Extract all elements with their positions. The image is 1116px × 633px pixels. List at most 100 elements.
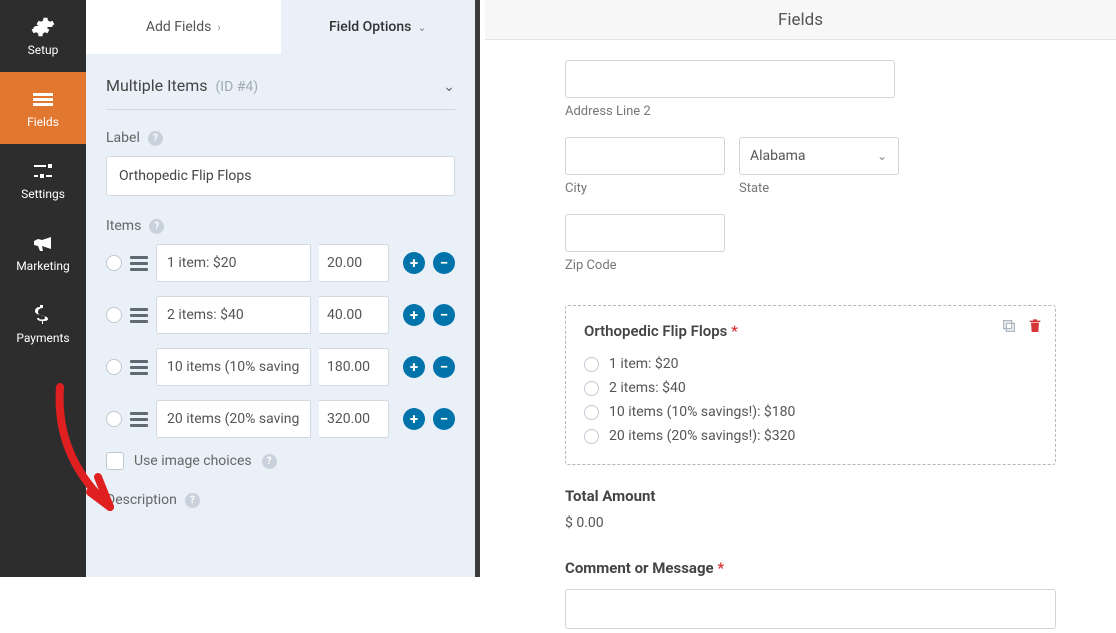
nav-label: Settings: [21, 187, 65, 201]
item-name-input[interactable]: [156, 400, 311, 438]
item-price-input[interactable]: [319, 296, 389, 334]
nav-label: Marketing: [16, 259, 70, 273]
item-price-input[interactable]: [319, 348, 389, 386]
dollar-icon: [31, 303, 55, 327]
help-icon[interactable]: ?: [149, 219, 164, 234]
nav-label: Setup: [28, 43, 59, 57]
preview-title: Orthopedic Flip Flops *: [584, 322, 1037, 340]
remove-item-button[interactable]: −: [433, 356, 455, 378]
comment-textarea[interactable]: [565, 589, 1056, 629]
nav-label: Fields: [27, 115, 59, 129]
multiple-items-preview[interactable]: Orthopedic Flip Flops * 1 item: $20 2 it…: [565, 305, 1056, 465]
remove-item-button[interactable]: −: [433, 304, 455, 326]
nav-settings[interactable]: Settings: [0, 144, 86, 216]
label-text: Items: [106, 218, 141, 234]
radio-icon: [584, 429, 599, 444]
default-radio[interactable]: [106, 411, 122, 427]
add-item-button[interactable]: +: [403, 408, 425, 430]
drag-handle-icon[interactable]: [130, 308, 148, 323]
preview-header: Fields: [485, 0, 1116, 40]
drag-handle-icon[interactable]: [130, 412, 148, 427]
sliders-icon: [31, 159, 55, 183]
drag-handle-icon[interactable]: [130, 256, 148, 271]
section-label: Description ?: [106, 492, 455, 508]
item-name-input[interactable]: [156, 296, 311, 334]
trash-icon[interactable]: [1027, 318, 1043, 334]
remove-item-button[interactable]: −: [433, 408, 455, 430]
gear-icon: [31, 15, 55, 39]
item-price-input[interactable]: [319, 400, 389, 438]
help-icon[interactable]: ?: [262, 454, 277, 469]
chevron-down-icon: ⌄: [417, 21, 426, 34]
total-value: $ 0.00: [565, 515, 1056, 531]
default-radio[interactable]: [106, 307, 122, 323]
default-radio[interactable]: [106, 359, 122, 375]
label-text: Description: [106, 492, 177, 508]
item-name-input[interactable]: [156, 348, 311, 386]
preview-option[interactable]: 10 items (10% savings!): $180: [584, 400, 1037, 424]
state-label: State: [739, 181, 899, 196]
tab-label: Field Options: [329, 19, 411, 35]
nav-payments[interactable]: Payments: [0, 288, 86, 360]
default-radio[interactable]: [106, 255, 122, 271]
bullhorn-icon: [31, 231, 55, 255]
label-text: Label: [106, 130, 140, 146]
total-label: Total Amount: [565, 487, 1056, 505]
zip-label: Zip Code: [565, 258, 725, 273]
chevron-down-icon[interactable]: ⌄: [443, 79, 455, 95]
nav-setup[interactable]: Setup: [0, 0, 86, 72]
panel-tabs: Add Fields › Field Options ⌄: [86, 0, 475, 54]
tab-field-options[interactable]: Field Options ⌄: [281, 0, 476, 54]
city-label: City: [565, 181, 725, 196]
comment-label: Comment or Message *: [565, 559, 1056, 577]
image-choices-label: Use image choices: [134, 453, 252, 469]
radio-icon: [584, 357, 599, 372]
tab-label: Add Fields: [146, 19, 212, 35]
tab-add-fields[interactable]: Add Fields ›: [86, 0, 281, 54]
image-choices-checkbox[interactable]: [106, 452, 124, 470]
item-row: + −: [106, 244, 455, 282]
section-label: Items ?: [106, 218, 455, 234]
nav-marketing[interactable]: Marketing: [0, 216, 86, 288]
label-input[interactable]: [106, 156, 455, 196]
item-row: + −: [106, 296, 455, 334]
remove-item-button[interactable]: −: [433, 252, 455, 274]
item-row: + −: [106, 400, 455, 438]
radio-icon: [584, 381, 599, 396]
add-item-button[interactable]: +: [403, 252, 425, 274]
duplicate-icon[interactable]: [1001, 318, 1017, 334]
drag-handle-icon[interactable]: [130, 360, 148, 375]
list-icon: [31, 87, 55, 111]
item-row: + −: [106, 348, 455, 386]
add-item-button[interactable]: +: [403, 304, 425, 326]
add-item-button[interactable]: +: [403, 356, 425, 378]
preview-panel: Fields Address Line 2 City ⌄ State Zip C…: [485, 0, 1116, 577]
address-line2-input[interactable]: [565, 60, 895, 98]
city-input[interactable]: [565, 137, 725, 175]
section-label: Label ?: [106, 130, 455, 146]
preview-option[interactable]: 20 items (20% savings!): $320: [584, 424, 1037, 448]
radio-icon: [584, 405, 599, 420]
item-title: Multiple Items: [106, 76, 208, 95]
items-list: + − + − + −: [106, 244, 455, 438]
help-icon[interactable]: ?: [185, 493, 200, 508]
zip-input[interactable]: [565, 214, 725, 252]
main-nav: Setup Fields Settings Marketing Payments: [0, 0, 86, 577]
total-block: Total Amount $ 0.00: [565, 487, 1056, 531]
comment-block: Comment or Message *: [565, 559, 1056, 633]
address-line2-label: Address Line 2: [565, 104, 1056, 119]
image-choices-row: Use image choices ?: [106, 452, 455, 470]
chevron-right-icon: ›: [217, 21, 220, 34]
preview-option[interactable]: 2 items: $40: [584, 376, 1037, 400]
item-price-input[interactable]: [319, 244, 389, 282]
state-select[interactable]: [739, 137, 899, 175]
preview-option[interactable]: 1 item: $20: [584, 352, 1037, 376]
field-options-panel: Add Fields › Field Options ⌄ Multiple It…: [86, 0, 480, 577]
item-name-input[interactable]: [156, 244, 311, 282]
item-header[interactable]: Multiple Items (ID #4) ⌄: [106, 76, 455, 110]
help-icon[interactable]: ?: [148, 131, 163, 146]
panel-body: Multiple Items (ID #4) ⌄ Label ? Items ?…: [86, 54, 475, 518]
item-id: (ID #4): [215, 79, 258, 95]
nav-label: Payments: [16, 331, 69, 345]
nav-fields[interactable]: Fields: [0, 72, 86, 144]
